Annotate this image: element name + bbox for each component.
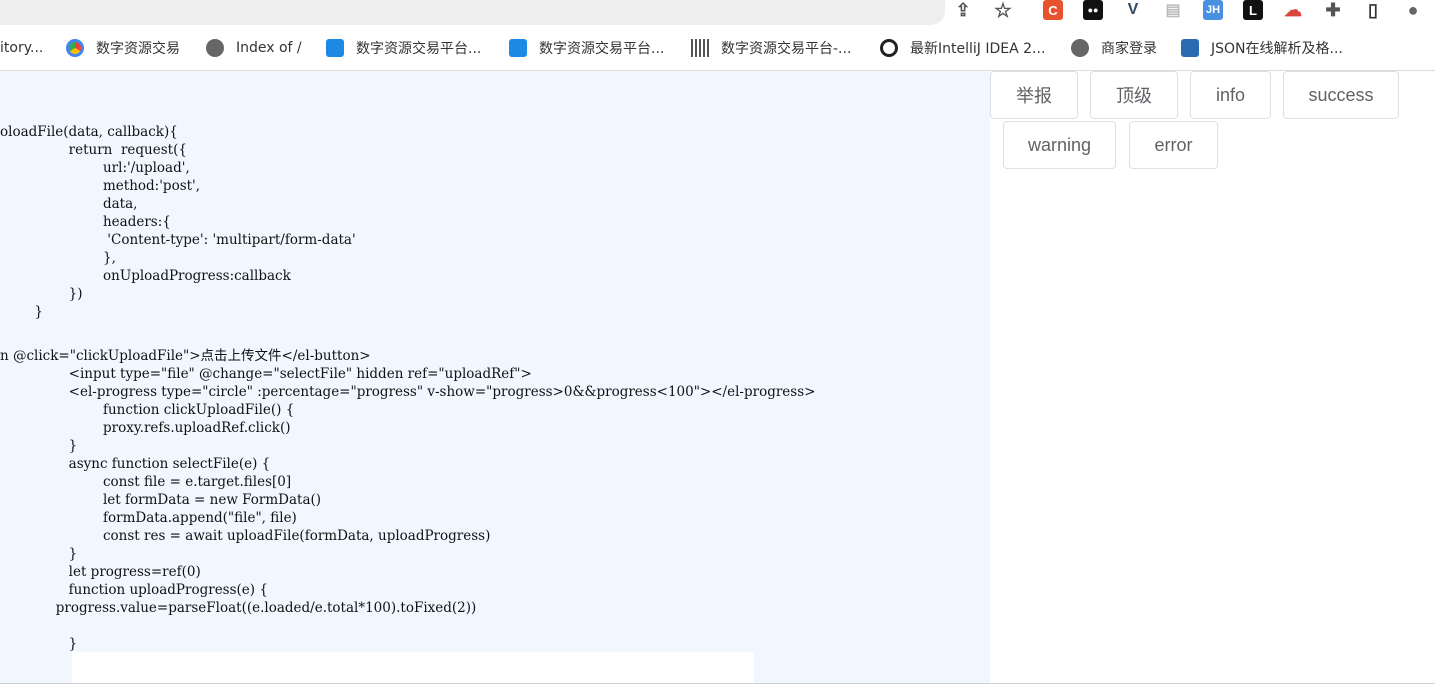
code-line: } — [0, 304, 43, 320]
code-block: oloadFile(data, callback){ return reques… — [0, 71, 990, 683]
bookmarks-bar: itory... 数字资源交易 Index of / 数字资源交易平台... 数… — [0, 26, 1435, 71]
bookmark-platform-3[interactable]: 数字资源交易平台-... — [691, 38, 851, 58]
globe-icon — [1071, 39, 1089, 57]
success-button[interactable]: success — [1283, 71, 1399, 119]
json-icon — [1181, 39, 1199, 57]
white-block — [72, 652, 754, 683]
top-level-button[interactable]: 顶级 — [1090, 71, 1178, 119]
code-line: async function selectFile(e) { — [0, 456, 271, 472]
code-line: formData.append("file", file) — [0, 510, 297, 526]
code-line: let progress=ref(0) — [0, 564, 201, 580]
bookmark-label: JSON在线解析及格... — [1211, 41, 1343, 57]
bookmark-label: 数字资源交易平台... — [539, 41, 665, 57]
bookmark-label: 最新IntelliJ IDEA 2... — [910, 41, 1046, 57]
bookmark-label: itory... — [0, 40, 44, 56]
bookmark-json-parser[interactable]: JSON在线解析及格... — [1181, 38, 1343, 58]
globe-icon — [206, 39, 224, 57]
code-line: url:'/upload', — [0, 160, 190, 176]
chrome-icon — [66, 39, 84, 57]
code-line: } — [0, 546, 78, 562]
app-icon — [509, 39, 527, 57]
code-line: <el-progress type="circle" :percentage="… — [0, 384, 816, 400]
cloud-extension-icon[interactable]: ☁ — [1283, 0, 1303, 20]
bookmark-repository[interactable]: itory... — [0, 38, 43, 58]
code-line: const res = await uploadFile(formData, u… — [0, 528, 491, 544]
warning-button[interactable]: warning — [1003, 121, 1116, 169]
bookmark-label: Index of / — [236, 40, 302, 56]
csdn-extension-icon[interactable]: C — [1043, 0, 1063, 20]
share-icon[interactable]: ⇪ — [953, 0, 973, 20]
bookmark-label: 数字资源交易 — [96, 41, 180, 57]
bookmark-index-of[interactable]: Index of / — [206, 38, 302, 58]
address-bar-area[interactable] — [0, 0, 945, 25]
bookmark-platform-2[interactable]: 数字资源交易平台... — [509, 38, 664, 58]
bookmark-platform-1[interactable]: 数字资源交易平台... — [326, 38, 481, 58]
error-button[interactable]: error — [1129, 121, 1218, 169]
bookmark-merchant-login[interactable]: 商家登录 — [1071, 38, 1157, 58]
report-button[interactable]: 举报 — [990, 71, 1078, 119]
code-line: let formData = new FormData() — [0, 492, 322, 508]
bookmark-label: 商家登录 — [1101, 41, 1157, 57]
b-icon — [880, 39, 898, 57]
profile-avatar-icon[interactable]: ● — [1403, 0, 1423, 20]
code-line: } — [0, 438, 78, 454]
code-line: n @click="clickUploadFile">点击上传文件</el-bu… — [0, 348, 371, 364]
side-panel-icon[interactable]: ▯ — [1363, 0, 1383, 20]
browser-toolbar: ⇪ ☆ C ●● V ▤ JH L ☁ ✚ ▯ ● — [0, 0, 1435, 26]
code-line: proxy.refs.uploadRef.click() — [0, 420, 291, 436]
bookmark-label: 数字资源交易平台... — [356, 41, 482, 57]
l-extension-icon[interactable]: L — [1243, 0, 1263, 20]
document-extension-icon[interactable]: ▤ — [1163, 0, 1183, 20]
bookmark-label: 数字资源交易平台-... — [721, 41, 852, 57]
info-button[interactable]: info — [1190, 71, 1271, 119]
bookmark-intellij[interactable]: 最新IntelliJ IDEA 2... — [880, 38, 1045, 58]
code-line: method:'post', — [0, 178, 201, 194]
bookmark-digital-resource[interactable]: 数字资源交易 — [66, 38, 180, 58]
code-line: headers:{ — [0, 214, 171, 230]
code-line: oloadFile(data, callback){ — [0, 124, 178, 140]
code-line: return request({ — [0, 142, 187, 158]
code-line: 'Content-type': 'multipart/form-data' — [0, 232, 356, 248]
barcode-icon — [691, 39, 709, 57]
code-line: onUploadProgress:callback — [0, 268, 291, 284]
code-line: }) — [0, 286, 83, 302]
button-panel: 举报 顶级 info success warning error — [990, 71, 1435, 683]
app-icon — [326, 39, 344, 57]
tampermonkey-extension-icon[interactable]: ●● — [1083, 0, 1103, 20]
code-line: } — [0, 636, 78, 652]
vue-devtools-extension-icon[interactable]: V — [1123, 0, 1143, 20]
code-line: function uploadProgress(e) { — [0, 582, 268, 598]
code-line: <input type="file" @change="selectFile" … — [0, 366, 532, 382]
puzzle-extensions-icon[interactable]: ✚ — [1323, 0, 1343, 20]
code-line: data, — [0, 196, 138, 212]
code-line: function clickUploadFile() { — [0, 402, 295, 418]
code-line: }, — [0, 250, 116, 266]
jh-extension-icon[interactable]: JH — [1203, 0, 1223, 20]
star-icon[interactable]: ☆ — [993, 0, 1013, 22]
code-line: progress.value=parseFloat((e.loaded/e.to… — [0, 600, 477, 616]
code-line: const file = e.target.files[0] — [0, 474, 292, 490]
